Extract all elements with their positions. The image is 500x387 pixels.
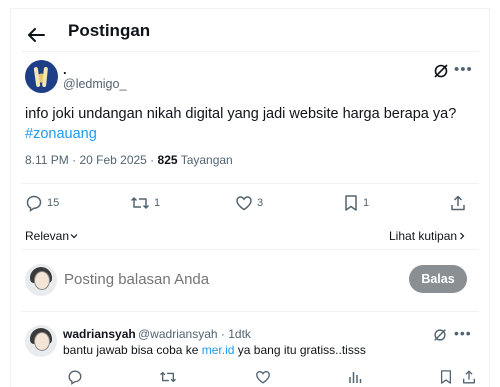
reply-like-button[interactable] (255, 369, 271, 385)
reply-link[interactable]: mer.id (202, 343, 235, 357)
author-avatar[interactable] (25, 60, 58, 93)
reply-share-button[interactable] (461, 369, 477, 385)
views-label: Tayangan (180, 153, 233, 167)
page-title: Postingan (68, 21, 151, 40)
reply-text-before: bantu jawab bisa coba ke (63, 343, 202, 357)
composer-divider (21, 311, 479, 312)
sort-relevan[interactable]: Relevan (25, 229, 79, 243)
bookmark-count: 1 (363, 197, 370, 209)
author-handle[interactable]: @ledmigo_ (63, 77, 126, 91)
post-text: info joki undangan nikah digital yang ja… (25, 104, 480, 144)
share-icon (463, 370, 475, 384)
like-icon (236, 196, 252, 211)
bookmark-icon (345, 195, 357, 211)
reply-repost-button[interactable] (159, 369, 177, 385)
reply-bookmark-button[interactable] (439, 369, 453, 385)
reply-count: 15 (47, 197, 60, 209)
reply-avatar[interactable] (25, 325, 57, 357)
header-divider (21, 51, 479, 52)
hashtag-link[interactable]: #zonauang (25, 124, 480, 144)
share-icon (451, 195, 465, 211)
like-count: 3 (257, 197, 264, 209)
post-page: Postingan . @ledmigo_ ••• info joki unda… (10, 8, 490, 387)
reply-submit-button[interactable]: Balas (409, 265, 467, 293)
post-body: info joki undangan nikah digital yang ja… (25, 106, 457, 122)
views-count: 825 (157, 153, 178, 167)
reply-display-name[interactable]: wadriansyah (63, 327, 136, 341)
my-avatar[interactable] (25, 264, 57, 296)
like-icon (256, 370, 270, 384)
meta-divider (21, 183, 479, 184)
more-icon[interactable]: ••• (454, 61, 473, 78)
repost-icon (159, 371, 177, 383)
reply-composer-input[interactable] (64, 271, 394, 288)
reply-text-after: ya bang itu gratiss..tisss (234, 343, 366, 357)
reply-icon (68, 370, 82, 385)
repost-icon (130, 197, 150, 209)
repost-count: 1 (154, 197, 161, 209)
bookmark-button[interactable]: 1 (343, 194, 369, 212)
reply-handle-time[interactable]: @wadriansyah · 1dtk (138, 327, 251, 341)
bookmark-icon (440, 370, 452, 384)
grok-icon[interactable] (432, 62, 450, 80)
sort-label: Relevan (25, 229, 70, 243)
post-meta: 8.11 PM · 20 Feb 2025 · 825 Tayangan (25, 153, 233, 167)
reply-icon (26, 195, 42, 212)
back-arrow-icon[interactable] (24, 23, 48, 47)
quotes-label: Lihat kutipan (389, 229, 458, 243)
reply-text: bantu jawab bisa coba ke mer.id ya bang … (63, 343, 366, 357)
chevron-down-icon (70, 234, 78, 239)
reply-reply-button[interactable] (67, 369, 83, 385)
reply-actions (63, 369, 479, 387)
post-time[interactable]: 8.11 PM · 20 Feb 2025 · (25, 153, 154, 167)
chevron-right-icon (460, 232, 465, 240)
grok-icon[interactable] (432, 327, 448, 343)
author-display-name[interactable]: . (63, 62, 67, 77)
more-icon[interactable]: ••• (454, 325, 472, 341)
sort-divider (21, 249, 479, 250)
post-actions: 15 1 3 1 (25, 194, 479, 214)
repost-button[interactable]: 1 (130, 194, 160, 212)
quotes-link[interactable]: Lihat kutipan (389, 229, 467, 243)
share-button[interactable] (449, 194, 467, 212)
like-button[interactable]: 3 (235, 194, 263, 212)
reply-views-button[interactable] (347, 369, 363, 385)
reply-button[interactable]: 15 (25, 194, 59, 212)
views-icon (349, 372, 362, 383)
